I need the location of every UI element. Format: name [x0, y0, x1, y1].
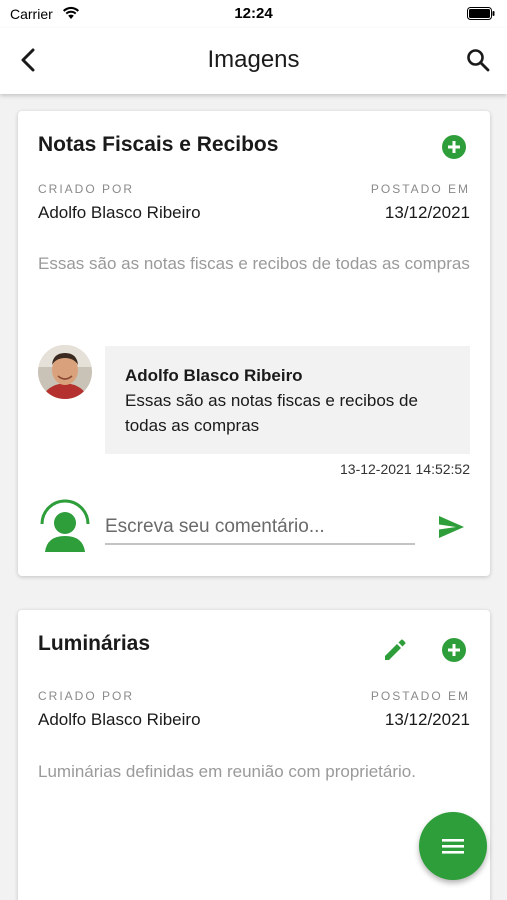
posted-label: POSTADO EM [370, 182, 470, 196]
search-icon[interactable] [465, 47, 491, 73]
page-title: Imagens [207, 46, 300, 73]
status-bar: Carrier 12:24 [0, 0, 507, 28]
user-placeholder-icon [40, 499, 90, 552]
add-circle-icon[interactable] [441, 637, 467, 663]
image-card: Luminárias CRIADO POR POSTADO EM Adolfo … [18, 610, 490, 900]
comment-text: Essas são as notas fiscas e recibos de t… [125, 391, 418, 435]
comment-timestamp: 13-12-2021 14:52:52 [340, 461, 470, 477]
card-title: Notas Fiscais e Recibos [38, 133, 279, 156]
status-time: 12:24 [234, 5, 273, 22]
comment-author: Adolfo Blasco Ribeiro [125, 366, 303, 385]
card-title: Luminárias [38, 632, 151, 655]
created-by-label: CRIADO POR [38, 182, 135, 196]
menu-fab-button[interactable] [419, 812, 487, 880]
posted-date: 13/12/2021 [384, 710, 470, 729]
battery-icon [467, 7, 495, 20]
posted-label: POSTADO EM [370, 689, 470, 703]
card-description: Essas são as notas fiscas e recibos de t… [38, 254, 470, 273]
created-by-label: CRIADO POR [38, 689, 135, 703]
image-card: Notas Fiscais e Recibos CRIADO POR POSTA… [18, 111, 490, 576]
app-bar: Imagens [0, 28, 507, 94]
created-by-value: Adolfo Blasco Ribeiro [38, 203, 201, 222]
add-circle-icon[interactable] [441, 134, 467, 160]
menu-icon [442, 839, 464, 854]
avatar [38, 345, 92, 399]
send-icon[interactable] [437, 514, 465, 540]
posted-date: 13/12/2021 [384, 203, 470, 222]
edit-pencil-icon[interactable] [382, 637, 408, 663]
comment-bubble: Adolfo Blasco Ribeiro Essas são as notas… [105, 346, 470, 454]
comment-input[interactable] [105, 511, 415, 545]
created-by-value: Adolfo Blasco Ribeiro [38, 710, 201, 729]
card-description: Luminárias definidas em reunião com prop… [38, 762, 416, 781]
